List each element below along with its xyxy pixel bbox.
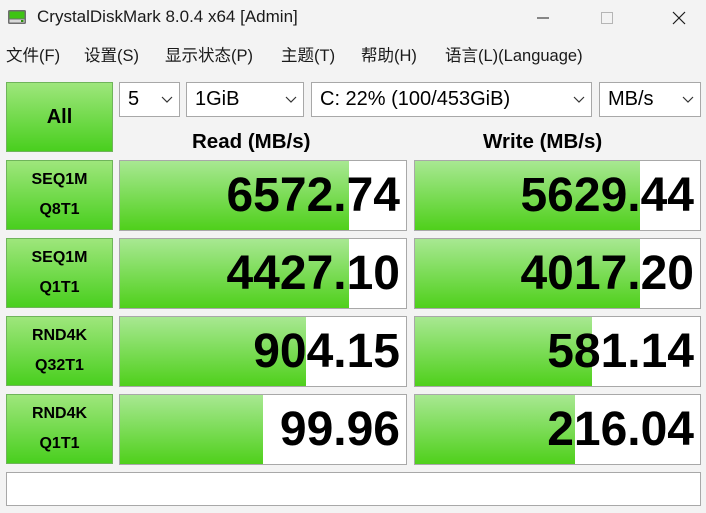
chevron-down-icon	[285, 96, 297, 103]
write-result-cell: 5629.44	[414, 160, 701, 231]
test-params: Q32T1	[35, 357, 84, 374]
maximize-icon	[601, 12, 613, 24]
write-result-value: 4017.20	[520, 247, 694, 300]
test-name: SEQ1M	[31, 171, 88, 188]
unit-select[interactable]: MB/s	[599, 82, 701, 117]
minimize-button[interactable]	[520, 0, 566, 36]
write-result-value: 216.04	[547, 403, 694, 456]
read-result-value: 904.15	[253, 325, 400, 378]
chevron-down-icon	[161, 96, 173, 103]
read-result-value: 6572.74	[226, 169, 400, 222]
test-button-rnd4k-q32t1[interactable]: RND4K Q32T1	[6, 316, 113, 386]
read-result-cell: 4427.10	[119, 238, 407, 309]
minimize-icon	[537, 17, 549, 19]
test-button-seq1m-q1t1[interactable]: SEQ1M Q1T1	[6, 238, 113, 308]
maximize-button[interactable]	[584, 0, 630, 36]
test-size-value: 1GiB	[195, 88, 240, 110]
write-column-header: Write (MB/s)	[483, 130, 603, 153]
close-button[interactable]	[656, 0, 702, 36]
menu-display[interactable]: 显示状态(P)	[165, 42, 253, 66]
read-column-header: Read (MB/s)	[192, 130, 311, 153]
test-params: Q1T1	[39, 279, 80, 296]
write-result-value: 5629.44	[520, 169, 694, 222]
menu-language[interactable]: 语言(L)(Language)	[445, 42, 583, 66]
window-title: CrystalDiskMark 8.0.4 x64 [Admin]	[37, 7, 298, 26]
test-name: RND4K	[31, 327, 88, 344]
write-result-cell: 216.04	[414, 394, 701, 465]
comment-input[interactable]	[6, 472, 701, 506]
test-params: Q8T1	[39, 201, 80, 218]
menu-file[interactable]: 文件(F)	[6, 42, 60, 66]
close-icon	[672, 11, 686, 25]
title-bar: CrystalDiskMark 8.0.4 x64 [Admin]	[0, 0, 706, 36]
menu-bar: 文件(F) 设置(S) 显示状态(P) 主题(T) 帮助(H) 语言(L)(La…	[0, 38, 706, 68]
test-params: Q1T1	[39, 435, 80, 452]
read-result-cell: 904.15	[119, 316, 407, 387]
test-name: RND4K	[31, 405, 88, 422]
test-button-rnd4k-q1t1[interactable]: RND4K Q1T1	[6, 394, 113, 464]
test-count-select[interactable]: 5	[119, 82, 180, 117]
all-button[interactable]: All	[6, 82, 113, 152]
unit-value: MB/s	[608, 88, 654, 110]
test-count-value: 5	[128, 88, 140, 110]
menu-help[interactable]: 帮助(H)	[361, 42, 417, 66]
read-result-value: 99.96	[279, 403, 400, 456]
app-disk-icon	[8, 10, 26, 24]
read-result-cell: 99.96	[119, 394, 407, 465]
menu-theme[interactable]: 主题(T)	[281, 42, 335, 66]
test-size-select[interactable]: 1GiB	[186, 82, 304, 117]
drive-select[interactable]: C: 22% (100/453GiB)	[311, 82, 592, 117]
write-result-cell: 581.14	[414, 316, 701, 387]
menu-settings[interactable]: 设置(S)	[84, 42, 139, 66]
read-result-value: 4427.10	[226, 247, 400, 300]
test-button-seq1m-q8t1[interactable]: SEQ1M Q8T1	[6, 160, 113, 230]
read-result-cell: 6572.74	[119, 160, 407, 231]
write-result-cell: 4017.20	[414, 238, 701, 309]
chevron-down-icon	[682, 96, 694, 103]
read-result-bar	[120, 395, 263, 464]
test-name: SEQ1M	[31, 249, 88, 266]
drive-value: C: 22% (100/453GiB)	[320, 88, 511, 110]
write-result-value: 581.14	[547, 325, 694, 378]
chevron-down-icon	[573, 96, 585, 103]
